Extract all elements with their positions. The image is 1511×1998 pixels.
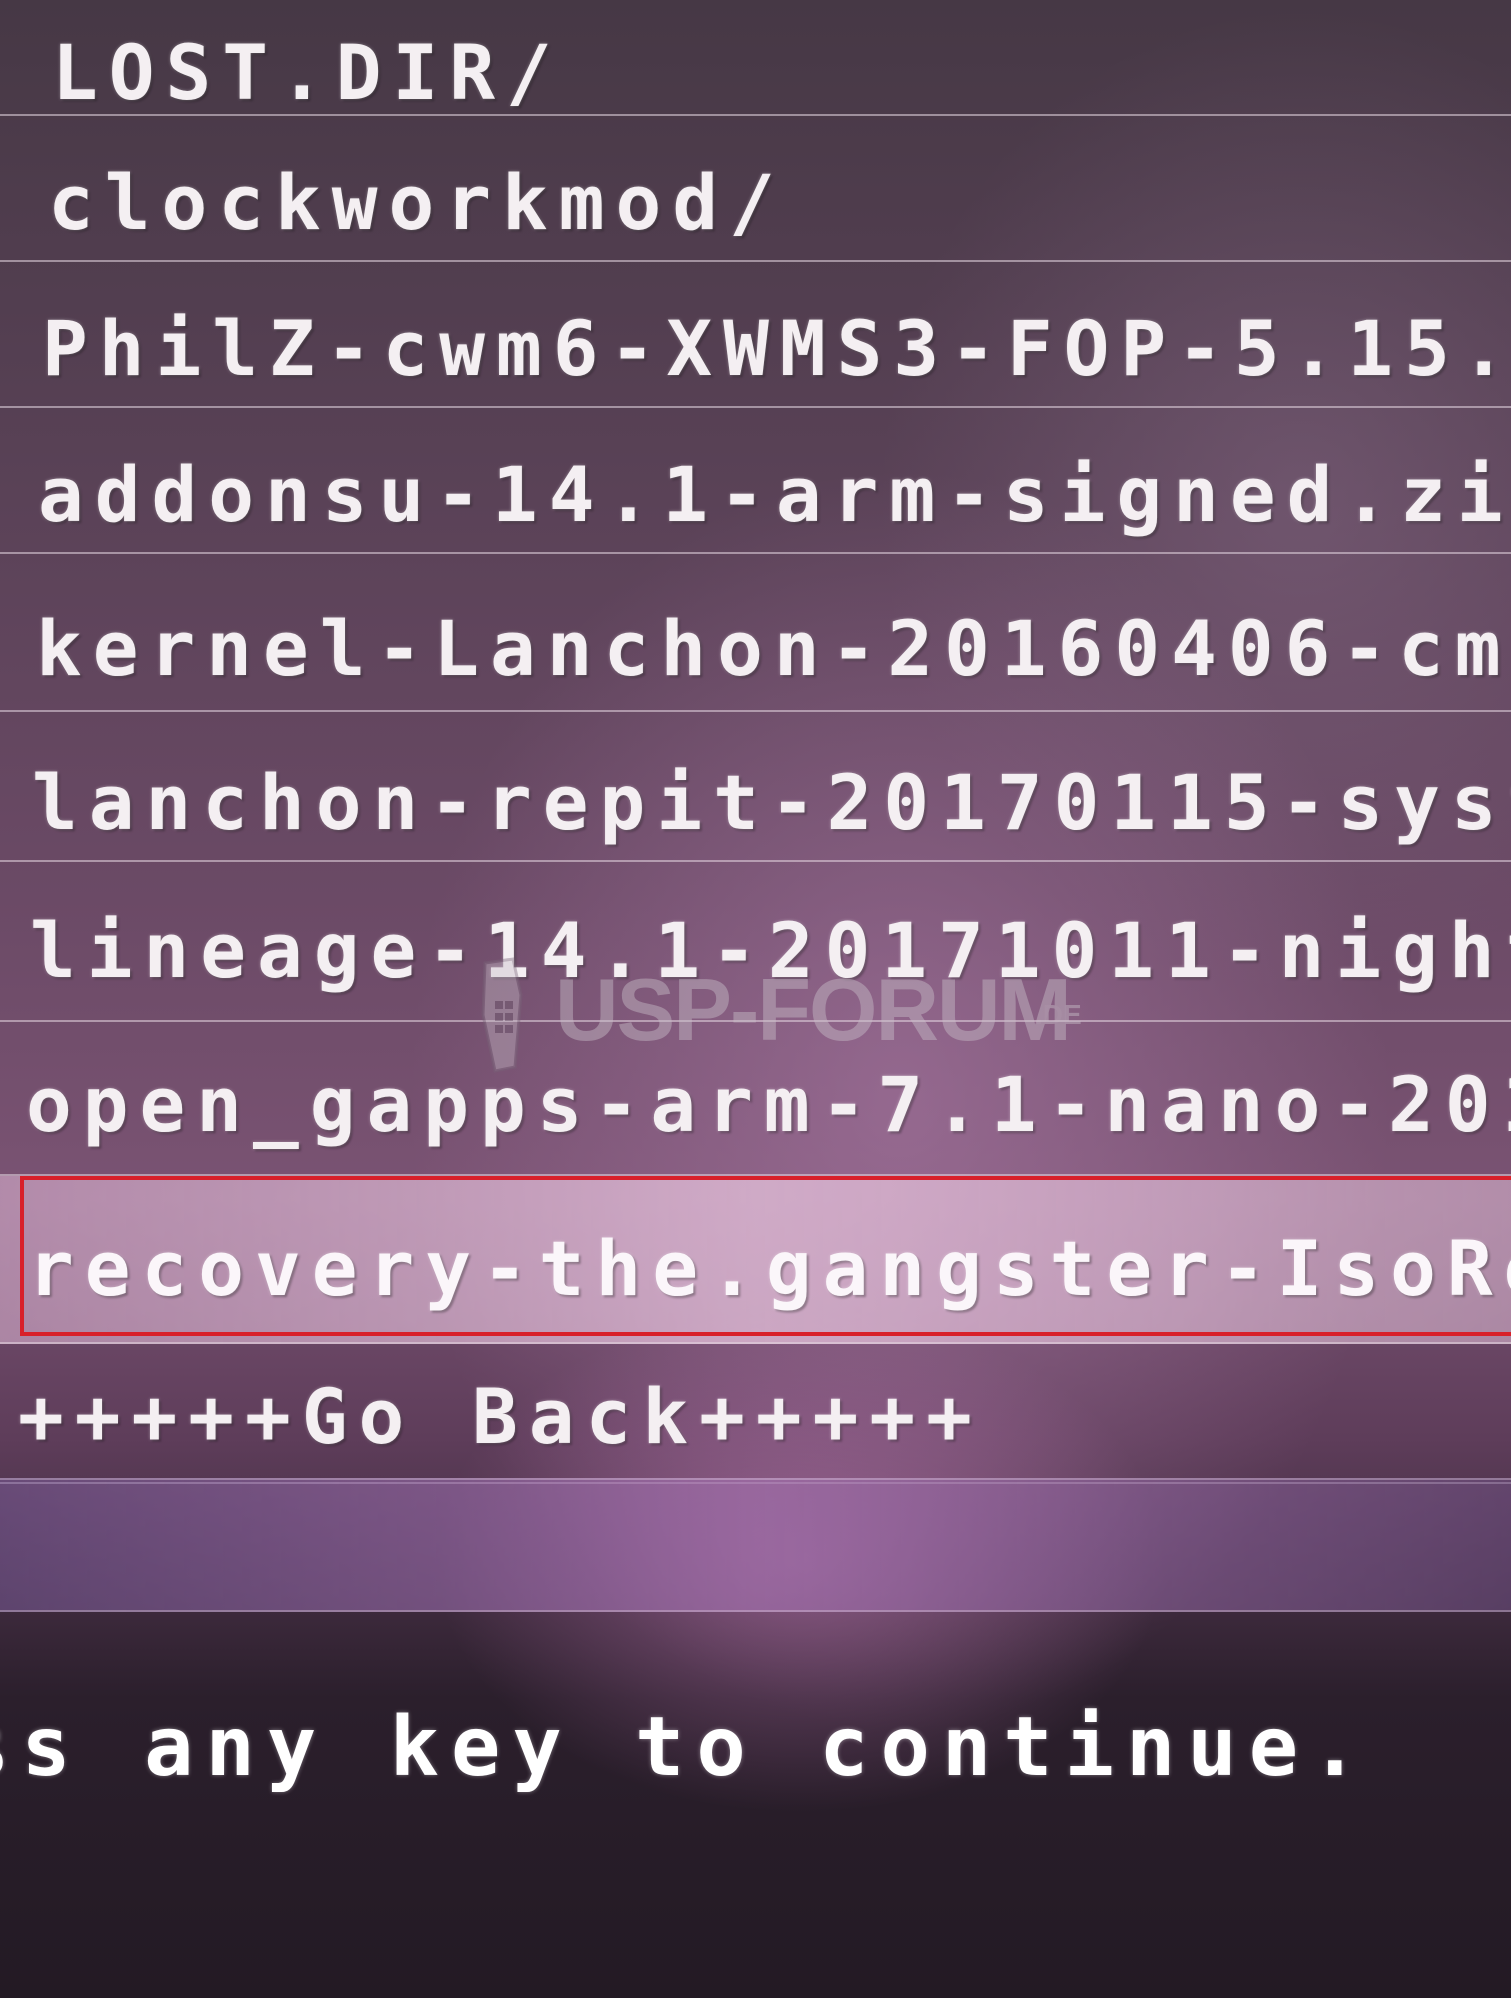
menu-item-kernel-lanchon[interactable]: kernel-Lanchon-20160406-cm-13	[0, 566, 1511, 712]
site-watermark: USP-FORUM .DE	[455, 955, 1082, 1075]
menu-item-addonsu[interactable]: addonsu-14.1-arm-signed.zip	[0, 408, 1511, 554]
menu-item-philz-recovery[interactable]: PhilZ-cwm6-XWMS3-FOP-5.15.9-s	[0, 262, 1511, 408]
menu-item-label: kernel-Lanchon-20160406-cm-13	[36, 604, 1511, 693]
menu-item-label: lanchon-repit-20170115-system	[32, 758, 1511, 847]
watermark-suffix: .DE	[1035, 999, 1082, 1030]
selection-highlight-box	[20, 1176, 1511, 1336]
menu-item-label: clockworkmod/	[48, 158, 786, 247]
phone-logo-icon	[481, 957, 523, 1073]
menu-item-lost-dir[interactable]: LOST.DIR/	[0, 0, 1511, 117]
menu-item-label: addonsu-14.1-arm-signed.zip	[38, 450, 1511, 539]
menu-item-lanchon-repit[interactable]: lanchon-repit-20170115-system	[0, 716, 1511, 862]
menu-item-go-back[interactable]: +++++Go Back+++++	[0, 1344, 1511, 1484]
menu-item-clockworkmod[interactable]: clockworkmod/	[0, 116, 1511, 262]
recovery-screen: LOST.DIR/ clockworkmod/ PhilZ-cwm6-XWMS3…	[0, 0, 1511, 1998]
watermark-text: USP-FORUM	[555, 960, 1072, 1059]
continue-prompt: ss any key to continue.	[0, 1700, 1372, 1795]
menu-item-label: PhilZ-cwm6-XWMS3-FOP-5.15.9-s	[42, 304, 1511, 393]
menu-footer-band	[0, 1478, 1511, 1612]
menu-item-label: LOST.DIR/	[52, 28, 563, 117]
menu-item-label: +++++Go Back+++++	[18, 1372, 983, 1461]
